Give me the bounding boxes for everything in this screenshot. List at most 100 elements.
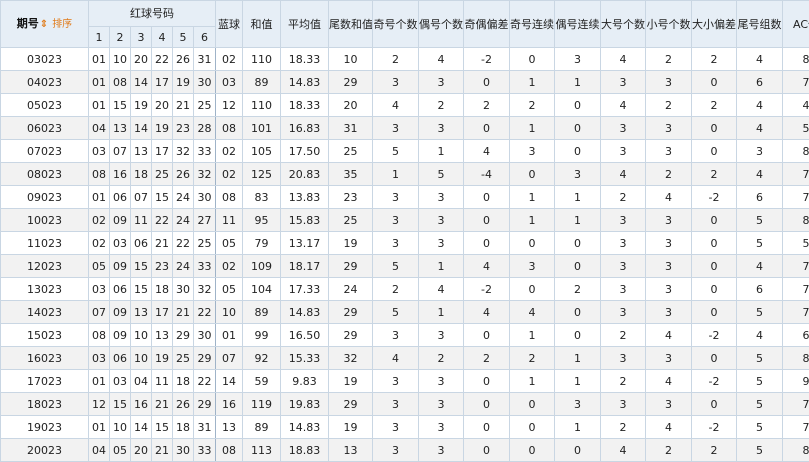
- red-ball-5: 29: [172, 323, 194, 347]
- period-cell: 14023: [0, 300, 89, 324]
- red-ball-3: 14: [130, 116, 152, 140]
- table-body: 03023 01 10 20 22 26 31 02 110 18.33 10 2 4 -2 0 3 4 2 2 4 8…: [0, 47, 809, 462]
- blue-ball: 05: [215, 277, 243, 301]
- period-cell: 05023: [0, 93, 89, 117]
- odd-even-diff-cell: 0: [463, 323, 510, 347]
- even-consecutive-cell: 0: [554, 93, 601, 117]
- even-count-cell: 3: [418, 392, 464, 416]
- red-ball-6: 30: [193, 185, 216, 209]
- red-ball-3: 14: [130, 415, 152, 439]
- big-small-diff-cell: 2: [691, 93, 737, 117]
- odd-even-diff-cell: 0: [463, 392, 510, 416]
- ac-value-cell: 9: [782, 369, 809, 393]
- tail-groups-cell: 5: [736, 369, 783, 393]
- big-count-cell: 3: [600, 231, 646, 255]
- table-row: 09023 01 06 07 15 24 30 08 83 13.83 23 3 3 0 1 1 2 4 -2 6 7: [0, 185, 809, 209]
- odd-count-cell: 3: [372, 231, 419, 255]
- sum-cell: 83: [242, 185, 281, 209]
- average-cell: 9.83: [280, 369, 329, 393]
- odd-consecutive-cell: 0: [509, 277, 555, 301]
- odd-count-cell: 1: [372, 162, 419, 186]
- red-ball-1: 08: [88, 162, 110, 186]
- odd-count-cell: 4: [372, 346, 419, 370]
- big-small-diff-cell: 2: [691, 162, 737, 186]
- red-ball-4: 17: [151, 70, 173, 94]
- red-ball-4: 25: [151, 162, 173, 186]
- odd-consecutive-cell: 0: [509, 438, 555, 462]
- even-consecutive-cell: 1: [554, 369, 601, 393]
- even-consecutive-cell: 1: [554, 185, 601, 209]
- even-count-cell: 3: [418, 323, 464, 347]
- red-ball-1: 12: [88, 392, 110, 416]
- col-header-tail-groups: 尾号组数: [736, 0, 783, 48]
- ac-value-cell: 8: [782, 438, 809, 462]
- even-consecutive-cell: 1: [554, 208, 601, 232]
- red-ball-2: 05: [109, 438, 131, 462]
- odd-consecutive-cell: 3: [509, 254, 555, 278]
- tail-sum-cell: 29: [328, 254, 373, 278]
- tail-sum-cell: 24: [328, 277, 373, 301]
- period-header[interactable]: 期号⇕ 排序: [0, 0, 89, 48]
- ac-value-cell: 7: [782, 70, 809, 94]
- even-consecutive-cell: 0: [554, 323, 601, 347]
- red-ball-1: 08: [88, 323, 110, 347]
- table-row: 08023 08 16 18 25 26 32 02 125 20.83 35 1 5 -4 0 3 4 2 2 4 7: [0, 162, 809, 186]
- red-position-2: 2: [109, 26, 131, 48]
- table-row: 18023 12 15 16 21 26 29 16 119 19.83 29 3 3 0 0 3 3 3 0 5 7: [0, 392, 809, 416]
- red-ball-1: 01: [88, 369, 110, 393]
- red-ball-5: 26: [172, 162, 194, 186]
- red-ball-3: 07: [130, 185, 152, 209]
- red-ball-5: 32: [172, 139, 194, 163]
- tail-sum-cell: 29: [328, 70, 373, 94]
- red-ball-5: 30: [172, 277, 194, 301]
- odd-count-cell: 3: [372, 369, 419, 393]
- ac-value-cell: 8: [782, 208, 809, 232]
- odd-consecutive-cell: 4: [509, 300, 555, 324]
- col-header-big-count: 大号个数: [600, 0, 646, 48]
- red-ball-3: 19: [130, 93, 152, 117]
- even-count-cell: 3: [418, 116, 464, 140]
- odd-even-diff-cell: 4: [463, 300, 510, 324]
- average-cell: 15.83: [280, 208, 329, 232]
- even-consecutive-cell: 0: [554, 139, 601, 163]
- red-ball-5: 18: [172, 415, 194, 439]
- even-consecutive-cell: 0: [554, 231, 601, 255]
- big-count-cell: 4: [600, 47, 646, 71]
- even-consecutive-cell: 1: [554, 346, 601, 370]
- period-cell: 03023: [0, 47, 89, 71]
- red-ball-4: 15: [151, 185, 173, 209]
- header-row-main: 期号⇕ 排序 红球号码 蓝球 和值 平均值 尾数和值 奇号个数 偶号个数 奇偶偏差…: [0, 0, 809, 48]
- blue-ball: 13: [215, 415, 243, 439]
- sort-arrows-icon[interactable]: ⇕: [40, 19, 48, 30]
- tail-groups-cell: 5: [736, 231, 783, 255]
- table-row: 07023 03 07 13 17 32 33 02 105 17.50 25 5 1 4 3 0 3 3 0 3 8: [0, 139, 809, 163]
- red-ball-2: 07: [109, 139, 131, 163]
- sort-link[interactable]: 排序: [52, 19, 72, 30]
- table-row: 06023 04 13 14 19 23 28 08 101 16.83 31 3 3 0 1 0 3 3 0 4 5: [0, 116, 809, 140]
- small-count-cell: 3: [645, 254, 692, 278]
- tail-groups-cell: 6: [736, 277, 783, 301]
- table-row: 13023 03 06 15 18 30 32 05 104 17.33 24 2 4 -2 0 2 3 3 0 6 7: [0, 277, 809, 301]
- big-count-cell: 4: [600, 438, 646, 462]
- small-count-cell: 3: [645, 231, 692, 255]
- sum-cell: 95: [242, 208, 281, 232]
- table-row: 11023 02 03 06 21 22 25 05 79 13.17 19 3 3 0 0 0 3 3 0 5 5: [0, 231, 809, 255]
- red-ball-2: 16: [109, 162, 131, 186]
- blue-ball: 05: [215, 231, 243, 255]
- sum-cell: 125: [242, 162, 281, 186]
- small-count-cell: 2: [645, 438, 692, 462]
- red-ball-1: 01: [88, 70, 110, 94]
- even-consecutive-cell: 3: [554, 47, 601, 71]
- sum-cell: 89: [242, 415, 281, 439]
- ac-value-cell: 8: [782, 139, 809, 163]
- even-count-cell: 4: [418, 277, 464, 301]
- ac-value-cell: 7: [782, 300, 809, 324]
- big-count-cell: 3: [600, 277, 646, 301]
- tail-sum-cell: 29: [328, 392, 373, 416]
- odd-consecutive-cell: 0: [509, 162, 555, 186]
- red-ball-2: 09: [109, 300, 131, 324]
- red-ball-5: 21: [172, 93, 194, 117]
- big-small-diff-cell: 0: [691, 139, 737, 163]
- red-ball-5: 24: [172, 254, 194, 278]
- small-count-cell: 4: [645, 369, 692, 393]
